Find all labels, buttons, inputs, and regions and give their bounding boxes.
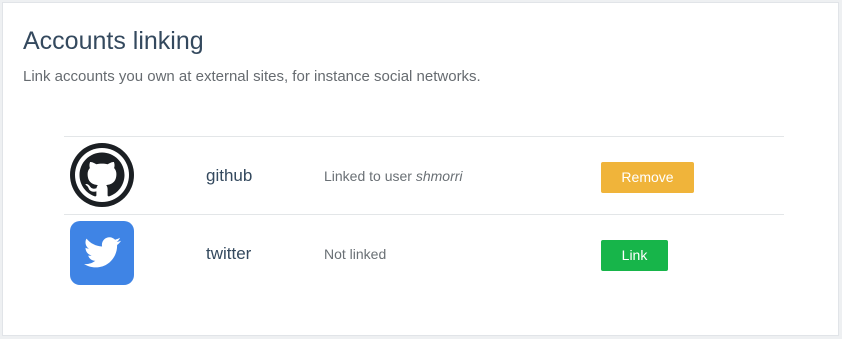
accounts-linking-card: Accounts linking Link accounts you own a… xyxy=(2,2,839,336)
account-row-github: github Linked to user shmorri Remove xyxy=(64,137,784,215)
page-title: Accounts linking xyxy=(23,27,204,55)
account-row-twitter: twitter Not linked Link xyxy=(64,215,784,292)
accounts-list: github Linked to user shmorri Remove twi… xyxy=(64,136,784,292)
page-description: Link accounts you own at external sites,… xyxy=(23,68,481,85)
account-name: twitter xyxy=(206,244,252,263)
linked-username: shmorri xyxy=(415,168,463,184)
link-button[interactable]: Link xyxy=(601,240,668,271)
github-icon xyxy=(70,143,134,207)
account-status: Not linked xyxy=(324,246,387,262)
account-name: github xyxy=(206,166,253,185)
twitter-icon xyxy=(70,221,134,285)
remove-button[interactable]: Remove xyxy=(601,162,694,193)
account-status: Linked to user shmorri xyxy=(324,168,463,184)
